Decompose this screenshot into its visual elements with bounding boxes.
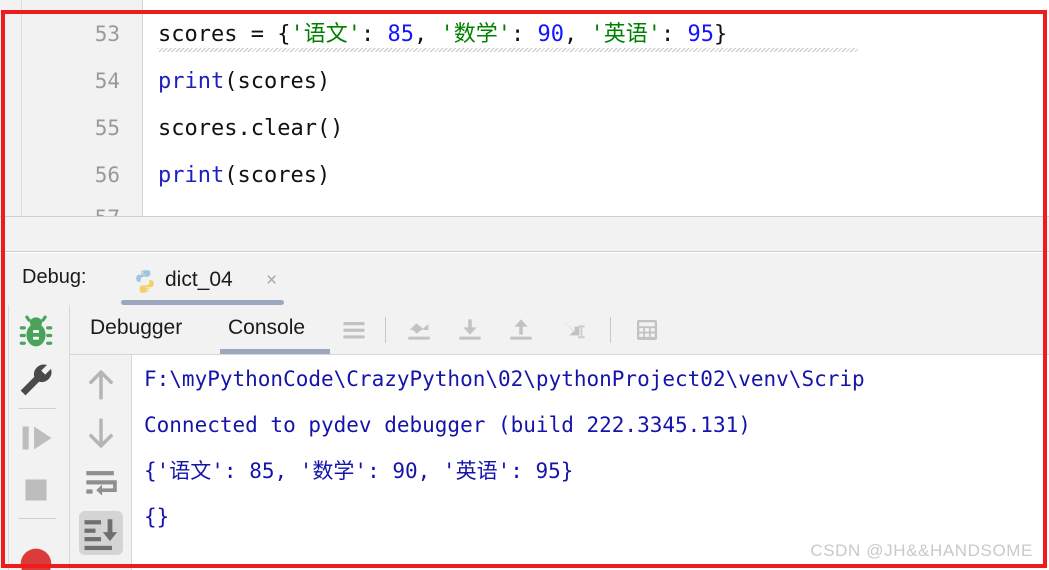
code-token: 85 (387, 22, 414, 47)
gutter-divider (21, 0, 22, 216)
hamburger-menu-icon[interactable] (337, 314, 371, 346)
line-number: 56 (94, 163, 120, 187)
code-token: (scores) (224, 69, 331, 94)
stop-program-icon[interactable] (13, 467, 59, 513)
step-over-icon[interactable] (402, 314, 436, 346)
code-token: '语文' (290, 22, 361, 47)
debug-label: Debug: (22, 266, 87, 288)
code-line[interactable]: scores.clear() (158, 118, 343, 140)
code-token: '数学' (440, 22, 511, 47)
inspection-squiggle (158, 48, 858, 52)
ide-screenshot: 53 54 55 56 57 scores = {'语文': 85, '数学':… (0, 0, 1049, 570)
code-token: '英语' (590, 22, 661, 47)
console-side-rail (70, 355, 132, 570)
scroll-up-icon[interactable] (79, 363, 123, 407)
code-token: 90 (537, 22, 564, 47)
debug-side-rail (0, 305, 70, 570)
code-token: 95 (687, 22, 714, 47)
rail-divider (8, 305, 9, 570)
rail-separator (18, 408, 56, 409)
code-token: scores.clear() (158, 116, 344, 141)
code-token: : (510, 22, 538, 47)
scroll-to-end-icon[interactable] (79, 511, 123, 555)
close-icon[interactable]: × (266, 270, 277, 292)
active-tab-underline (220, 349, 330, 354)
code-line[interactable]: print(scores) (158, 165, 330, 187)
resume-program-icon[interactable] (13, 415, 59, 461)
scroll-down-icon[interactable] (79, 411, 123, 455)
tab-console[interactable]: Console (228, 316, 305, 340)
code-token: (scores) (224, 163, 331, 188)
debug-bug-icon[interactable] (13, 309, 59, 355)
line-number: 54 (94, 69, 120, 93)
evaluate-expression-icon[interactable] (630, 314, 664, 346)
tab-debugger[interactable]: Debugger (90, 316, 182, 340)
breakpoint-icon[interactable] (13, 541, 59, 570)
line-number: 55 (94, 116, 120, 140)
editor-gutter[interactable]: 53 54 55 56 57 (0, 0, 143, 216)
console-line: {} (144, 505, 170, 529)
code-line[interactable]: print(scores) (158, 71, 330, 93)
code-token: print (158, 163, 225, 188)
console-line: F:\myPythonCode\CrazyPython\02\pythonPro… (144, 367, 865, 391)
editor-debug-divider (0, 216, 1049, 252)
debug-tab-title: dict_04 (165, 268, 233, 291)
code-editor[interactable]: 53 54 55 56 57 scores = {'语文': 85, '数学':… (0, 0, 1049, 216)
step-into-icon[interactable] (453, 314, 487, 346)
code-token: print (158, 69, 225, 94)
code-token: , (563, 22, 591, 47)
debug-panel-header: Debug: dict_04 × (0, 253, 1049, 305)
console-toolbar: Debugger Console (70, 305, 1049, 355)
run-to-cursor-icon[interactable] (555, 314, 589, 346)
step-out-icon[interactable] (504, 314, 538, 346)
code-token: : (360, 22, 388, 47)
soft-wrap-icon[interactable] (79, 461, 123, 505)
console-line: Connected to pydev debugger (build 222.3… (144, 413, 751, 437)
code-line[interactable]: scores = {'语文': 85, '数学': 90, '英语': 95} (158, 24, 727, 46)
code-token: scores = { (158, 22, 291, 47)
toolbar-separator (385, 317, 386, 343)
code-token: , (413, 22, 441, 47)
line-number: 57 (40, 206, 120, 216)
line-number: 53 (94, 22, 120, 46)
console-output[interactable]: F:\myPythonCode\CrazyPython\02\pythonPro… (132, 355, 1049, 570)
code-token: : (660, 22, 688, 47)
python-icon (136, 270, 154, 293)
debug-session-tab[interactable]: dict_04 × (113, 257, 290, 305)
watermark: CSDN @JH&&HANDSOME (810, 541, 1033, 560)
debug-panel-body: Debugger Console F:\myPythonCode\CrazyPy… (0, 305, 1049, 570)
console-line: {'语文': 85, '数学': 90, '英语': 95} (144, 459, 574, 483)
toolbar-separator (610, 317, 611, 343)
rail-separator (18, 518, 56, 519)
code-lines[interactable]: scores = {'语文': 85, '数学': 90, '英语': 95} … (158, 0, 1049, 216)
settings-wrench-icon[interactable] (13, 357, 59, 403)
code-token: } (713, 22, 728, 47)
